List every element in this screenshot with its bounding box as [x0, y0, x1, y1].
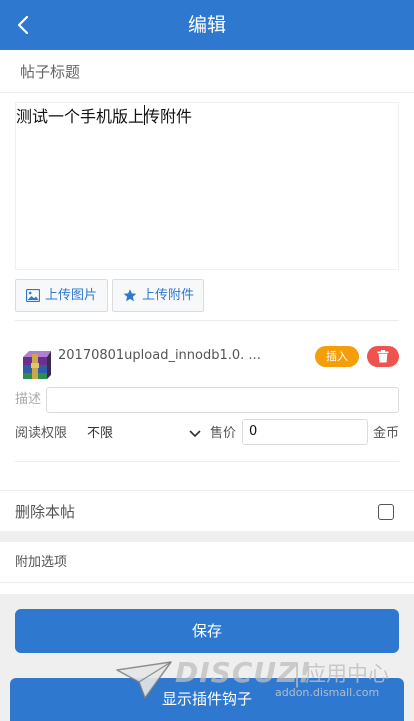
divider — [15, 320, 399, 321]
show-plugin-hooks-button[interactable]: 显示插件钩子 — [10, 678, 404, 721]
post-title-field[interactable]: 帖子标题 — [0, 50, 414, 93]
price-label: 售价 — [210, 426, 237, 441]
description-input[interactable] — [46, 387, 399, 413]
page-title: 编辑 — [187, 14, 226, 36]
delete-post-row: 删除本帖 — [0, 490, 414, 531]
star-icon — [123, 289, 137, 302]
delete-post-label: 删除本帖 — [15, 503, 76, 521]
trash-icon — [377, 350, 389, 363]
save-button[interactable]: 保存 — [15, 609, 399, 653]
attachment-file-name: 20170801upload_innodb1.0. ... — [58, 348, 261, 363]
upload-image-button[interactable]: 上传图片 — [15, 279, 108, 312]
app-header: 编辑 — [0, 0, 414, 50]
upload-attachment-button[interactable]: 上传附件 — [112, 279, 204, 312]
text-caret — [144, 105, 145, 125]
section-separator — [0, 531, 414, 542]
post-title-placeholder: 帖子标题 — [20, 63, 81, 81]
price-unit: 金币 — [373, 426, 400, 441]
delete-post-checkbox[interactable] — [378, 504, 394, 520]
read-permission-select[interactable]: 不限 — [85, 422, 203, 446]
insert-button[interactable]: 插入 — [315, 346, 359, 367]
read-permission-value: 不限 — [87, 426, 114, 441]
description-label: 描述 — [15, 392, 42, 407]
image-icon — [26, 289, 40, 302]
upload-image-label: 上传图片 — [45, 288, 98, 303]
extra-options-label: 附加选项 — [15, 555, 68, 570]
price-input[interactable]: 0 — [242, 419, 368, 445]
chevron-down-icon — [189, 430, 201, 438]
extra-options-row[interactable]: 附加选项 — [0, 542, 414, 583]
divider — [15, 461, 399, 462]
post-content-textarea[interactable]: 测试一个手机版上传附件 — [15, 102, 399, 270]
delete-attachment-button[interactable] — [367, 346, 399, 367]
post-content-text: 测试一个手机版上传附件 — [16, 107, 193, 126]
read-permission-label: 阅读权限 — [15, 426, 68, 441]
upload-attachment-label: 上传附件 — [142, 288, 195, 303]
rar-archive-icon — [23, 351, 51, 379]
